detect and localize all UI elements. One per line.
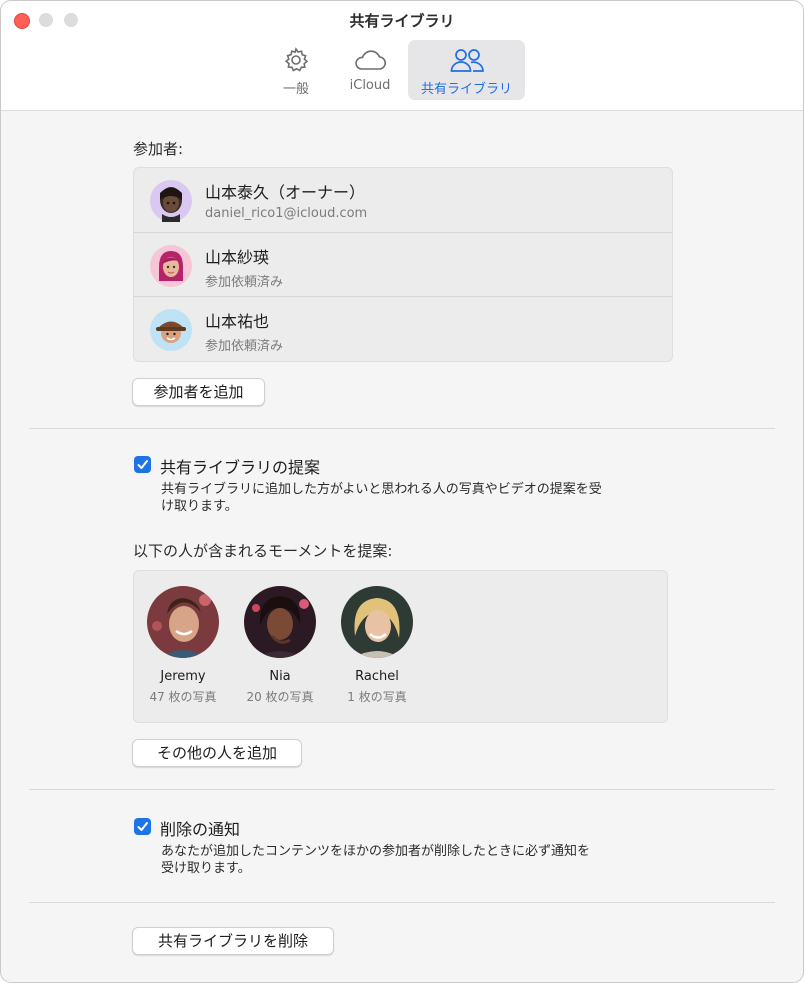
moments-heading: 以下の人が含まれるモーメントを提案: xyxy=(133,542,393,560)
checkmark-icon xyxy=(137,460,148,469)
deletion-notification-checkbox[interactable] xyxy=(134,818,151,835)
participant-detail: 参加依頼済み xyxy=(205,339,284,354)
divider xyxy=(29,789,775,790)
tab-shared-library[interactable]: 共有ライブラリ xyxy=(408,40,525,100)
tab-shared-library-label: 共有ライブラリ xyxy=(420,82,512,97)
deletion-notification-description: あなたが追加したコンテンツをほかの参加者が削除したときに必ず通知を 受け取ります… xyxy=(161,843,691,877)
participants-list: 山本泰久（オーナー） daniel_rico1@icloud.com 山本紗瑛 … xyxy=(133,167,673,362)
person-name: Jeremy xyxy=(160,669,206,684)
person-item[interactable]: Nia 20 枚の写真 xyxy=(230,586,330,705)
toolbar: 共有ライブラリ 一般 iCloud 共有ライブラリ xyxy=(1,1,803,111)
suggestions-checkbox[interactable] xyxy=(134,456,151,473)
participant-row[interactable]: 山本紗瑛 参加依頼済み xyxy=(134,232,672,297)
person-name: Nia xyxy=(269,669,291,684)
suggestions-description-line2: け取ります。 xyxy=(161,499,238,514)
person-photo-count: 47 枚の写真 xyxy=(149,690,217,704)
divider xyxy=(29,428,775,429)
person-photo xyxy=(147,586,219,658)
participant-detail: 参加依頼済み xyxy=(205,275,284,290)
participant-name: 山本泰久（オーナー） xyxy=(205,183,366,202)
tab-icloud-label: iCloud xyxy=(349,78,391,93)
person-photo xyxy=(244,586,316,658)
participant-name: 山本紗瑛 xyxy=(205,248,270,267)
add-participant-button[interactable]: 参加者を追加 xyxy=(132,378,265,406)
deletion-notification-label[interactable]: 削除の通知 xyxy=(160,816,240,840)
divider xyxy=(29,902,775,903)
gear-icon xyxy=(284,47,309,72)
tab-icloud[interactable]: iCloud xyxy=(338,40,402,100)
participants-heading: 参加者: xyxy=(133,140,184,158)
memoji-avatar xyxy=(150,180,192,222)
deletion-description-line1: あなたが追加したコンテンツをほかの参加者が削除したときに必ず通知を xyxy=(161,844,591,859)
person-name: Rachel xyxy=(355,669,399,684)
participant-detail: daniel_rico1@icloud.com xyxy=(205,206,368,221)
participant-name: 山本祐也 xyxy=(205,312,270,331)
memoji-avatar xyxy=(150,309,192,351)
deletion-description-line2: 受け取ります。 xyxy=(161,861,251,876)
person-photo-count: 20 枚の写真 xyxy=(246,690,314,704)
memoji-avatar xyxy=(150,245,192,287)
tab-general-label: 一般 xyxy=(282,82,309,97)
cloud-icon xyxy=(355,50,387,70)
suggestions-description: 共有ライブラリに追加した方がよいと思われる人の写真やビデオの提案を受 け取ります… xyxy=(161,481,691,515)
person-item[interactable]: Rachel 1 枚の写真 xyxy=(327,586,427,705)
person-item[interactable]: Jeremy 47 枚の写真 xyxy=(133,586,233,705)
delete-shared-library-button[interactable]: 共有ライブラリを削除 xyxy=(132,927,334,955)
people-icon xyxy=(450,49,484,72)
checkmark-icon xyxy=(137,822,148,831)
participant-row[interactable]: 山本泰久（オーナー） daniel_rico1@icloud.com xyxy=(134,168,672,232)
participant-row[interactable]: 山本祐也 参加依頼済み xyxy=(134,296,672,361)
tab-general[interactable]: 一般 xyxy=(271,40,321,100)
suggestions-description-line1: 共有ライブラリに追加した方がよいと思われる人の写真やビデオの提案を受 xyxy=(161,482,602,497)
settings-window: 共有ライブラリ 一般 iCloud 共有ライブラリ 参加者: 山本泰久（オーナー… xyxy=(0,0,804,983)
add-other-people-button[interactable]: その他の人を追加 xyxy=(132,739,302,767)
suggested-people-list: Jeremy 47 枚の写真 Nia 20 枚の写真 Rachel 1 枚の写真 xyxy=(133,570,668,723)
person-photo xyxy=(341,586,413,658)
window-title: 共有ライブラリ xyxy=(349,12,455,30)
suggestions-label[interactable]: 共有ライブラリの提案 xyxy=(160,454,320,478)
person-photo-count: 1 枚の写真 xyxy=(347,690,407,704)
